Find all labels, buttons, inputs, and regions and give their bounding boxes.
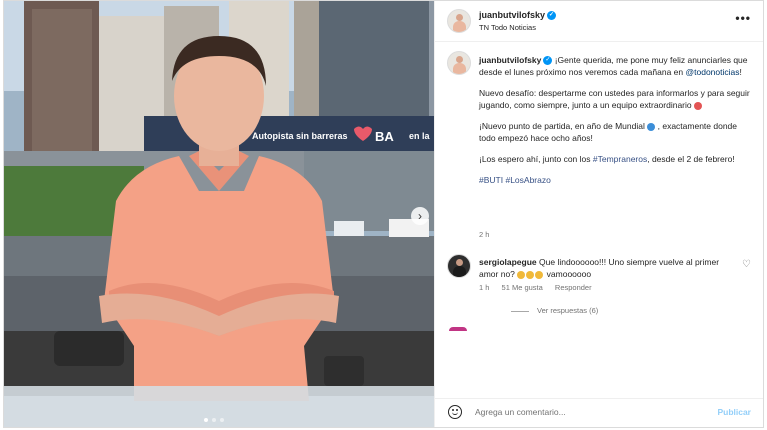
mention-link[interactable]: @todonoticias xyxy=(686,67,740,77)
caption-text-1-end: ! xyxy=(739,67,742,77)
view-replies-button[interactable]: Ver respuestas (6) xyxy=(511,306,598,315)
caption-text-4-end: , desde el 2 de febrero! xyxy=(647,154,735,164)
caption-paragraph: Nuevo desafío: despertarme con ustedes p… xyxy=(479,87,751,111)
carousel-dot xyxy=(212,418,216,422)
post-caption: juanbutvilofsky ✓ ¡Gente querida, me pone… xyxy=(479,54,751,195)
carousel-dot xyxy=(220,418,224,422)
billboard-tail: en la xyxy=(409,131,431,141)
hashtag-link[interactable]: #LosAbrazo xyxy=(505,175,550,185)
globe-emoji-icon xyxy=(647,122,656,131)
comment-meta: 1 h 51 Me gusta Responder xyxy=(479,283,602,292)
author-username-row[interactable]: juanbutvilofsky ✓ xyxy=(479,10,557,21)
comment-time[interactable]: 1 h xyxy=(479,283,489,292)
caption-avatar[interactable] xyxy=(447,51,471,75)
caption-paragraph: ¡Nuevo punto de partida, en año de Mundi… xyxy=(479,120,751,144)
laugh-emoji-icon xyxy=(535,270,544,279)
add-comment-bar: Publicar xyxy=(435,398,763,427)
laugh-emoji-icon xyxy=(517,270,526,279)
more-options-icon[interactable]: ••• xyxy=(735,11,751,25)
verified-badge-icon: ✓ xyxy=(543,56,553,66)
comment-likes[interactable]: 51 Me gusta xyxy=(502,283,543,292)
post-side-panel: juanbutvilofsky ✓ TN Todo Noticias ••• ju… xyxy=(434,1,763,427)
author-avatar[interactable] xyxy=(447,9,471,33)
comment-item: sergiolapegue Que lindoooooo!!! Uno siem… xyxy=(479,256,739,280)
author-username[interactable]: juanbutvilofsky xyxy=(479,10,545,20)
replies-divider xyxy=(511,310,529,312)
reply-button[interactable]: Responder xyxy=(555,283,592,292)
caption-text-2: Nuevo desafío: despertarme con ustedes p… xyxy=(479,88,750,110)
carousel-dots xyxy=(204,418,224,422)
next-comment-avatar xyxy=(449,327,467,331)
publish-button[interactable]: Publicar xyxy=(717,407,751,417)
caption-username[interactable]: juanbutvilofsky xyxy=(479,55,541,65)
carousel-next-icon[interactable]: › xyxy=(411,207,429,225)
caption-paragraph: juanbutvilofsky ✓ ¡Gente querida, me pone… xyxy=(479,54,751,78)
hashtag-link[interactable]: #Tempraneros xyxy=(593,154,647,164)
billboard-text: Autopista sin barreras xyxy=(252,131,348,141)
comment-input[interactable] xyxy=(473,406,697,418)
laugh-emoji-icon xyxy=(526,270,535,279)
heart-icon[interactable]: ♡ xyxy=(742,259,751,270)
verified-badge-icon: ✓ xyxy=(547,11,557,21)
emoji-icon xyxy=(694,101,703,110)
caption-text-4: ¡Los espero ahí, junto con los xyxy=(479,154,591,164)
instagram-post-frame: Autopista sin barreras BA en la › juanbu… xyxy=(3,0,764,428)
author-subtitle[interactable]: TN Todo Noticias xyxy=(479,23,536,32)
commenter-avatar[interactable] xyxy=(447,254,471,278)
emoji-smile-icon[interactable] xyxy=(448,405,462,419)
post-photo[interactable]: Autopista sin barreras BA en la › xyxy=(4,1,434,427)
hashtag-link[interactable]: #BUTI xyxy=(479,175,503,185)
post-header: juanbutvilofsky ✓ TN Todo Noticias ••• xyxy=(435,1,763,42)
view-replies-label[interactable]: Ver respuestas (6) xyxy=(537,306,598,315)
comment-text-end: vamoooooo xyxy=(546,269,592,279)
carousel-dot xyxy=(204,418,208,422)
caption-timestamp[interactable]: 2 h xyxy=(479,230,489,239)
photo-illustration: Autopista sin barreras BA en la xyxy=(4,1,434,427)
caption-text-3: ¡Nuevo punto de partida, en año de Mundi… xyxy=(479,121,645,131)
caption-paragraph: ¡Los espero ahí, junto con los #Temprane… xyxy=(479,153,751,165)
commenter-username[interactable]: sergiolapegue xyxy=(479,257,537,267)
billboard-brand: BA xyxy=(375,129,394,144)
caption-paragraph: #BUTI #LosAbrazo xyxy=(479,174,751,186)
